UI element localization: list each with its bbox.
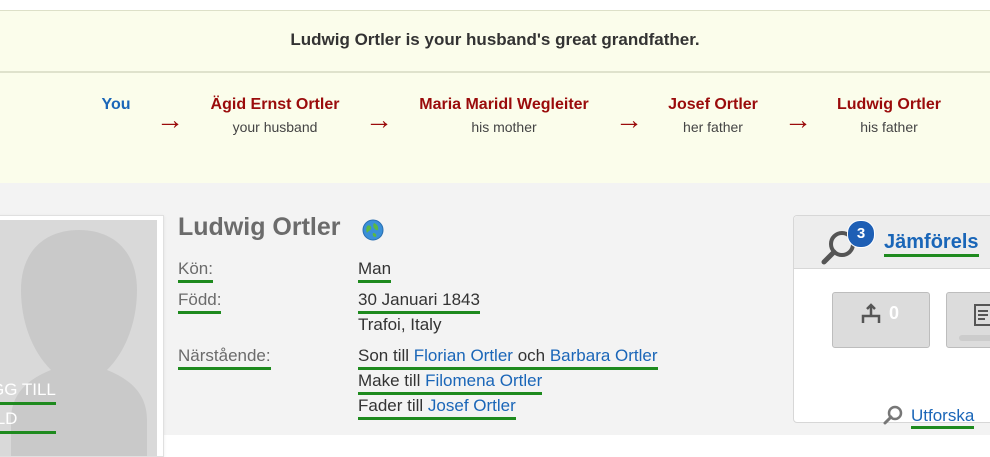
- add-photo-label-line1[interactable]: GG TILL: [0, 378, 56, 405]
- born-place: Trafoi, Italy: [358, 315, 442, 334]
- and-word: och: [517, 346, 546, 365]
- chain-role-husband: your husband: [232, 119, 318, 135]
- chain-arrow-icon: →: [784, 104, 812, 135]
- compare-title-link[interactable]: Jämförels: [884, 230, 979, 257]
- compare-header: 3 Jämförels: [794, 216, 990, 269]
- globe-icon[interactable]: [362, 219, 384, 241]
- father-link[interactable]: Florian Ortler: [414, 346, 513, 365]
- mother-link[interactable]: Barbara Ortler: [550, 346, 658, 365]
- tree-matches-button[interactable]: 0: [832, 292, 930, 348]
- gender-label: Kön:: [178, 259, 213, 283]
- chain-node-husband[interactable]: Ägid Ernst Ortler your husband: [200, 96, 350, 135]
- chain-name-mother[interactable]: Maria Maridl Wegleiter: [410, 96, 598, 114]
- explore-link[interactable]: Utforska: [911, 406, 975, 429]
- silhouette-placeholder: GG TILL ILD: [0, 220, 157, 456]
- chain-node-mother[interactable]: Maria Maridl Wegleiter his mother: [410, 96, 598, 135]
- relation-husband-of: Make till Filomena Ortler: [358, 371, 543, 395]
- chain-name-you[interactable]: You: [96, 96, 136, 114]
- tree-matches-count: 0: [889, 303, 900, 323]
- relatives-label: Närstående:: [178, 346, 271, 370]
- chain-arrow-icon: →: [365, 104, 393, 135]
- chain-node-great-grandfather[interactable]: Ludwig Ortler his father: [828, 96, 950, 135]
- compare-panel: 3 Jämförels 0 Utforska: [793, 215, 990, 429]
- small-search-icon: [883, 405, 903, 425]
- chain-name-husband[interactable]: Ägid Ernst Ortler: [200, 96, 350, 114]
- spouse-link[interactable]: Filomena Ortler: [425, 371, 542, 390]
- chain-role-mother: his mother: [471, 119, 537, 135]
- chain-name-grandfather[interactable]: Josef Ortler: [660, 96, 766, 114]
- born-label: Född:: [178, 290, 222, 314]
- relationship-banner: Ludwig Ortler is your husband's great gr…: [0, 10, 990, 184]
- person-details-area: GG TILL ILD Ludwig Ortler Kön: Man Född:…: [0, 183, 990, 457]
- chain-arrow-icon: →: [615, 104, 643, 135]
- husband-of-prefix: Make till: [358, 371, 421, 390]
- relation-father-of: Fader till Josef Ortler: [358, 396, 516, 420]
- gender-value: Man: [358, 259, 392, 283]
- document-icon: [974, 304, 990, 326]
- relation-son-of: Son till Florian Ortler och Barbara Ortl…: [358, 346, 658, 370]
- son-of-prefix: Son till: [358, 346, 410, 365]
- tree-branch-icon: [861, 303, 881, 323]
- chain-node-you[interactable]: You: [96, 96, 136, 114]
- progress-track: [959, 335, 990, 341]
- match-count-badge: 3: [847, 220, 875, 248]
- relationship-statement: Ludwig Ortler is your husband's great gr…: [0, 11, 990, 73]
- record-matches-button[interactable]: [946, 292, 990, 348]
- chain-role-grandfather: her father: [683, 119, 743, 135]
- chain-arrow-icon: →: [156, 104, 184, 135]
- chain-name-great-grandfather[interactable]: Ludwig Ortler: [828, 96, 950, 114]
- born-date: 30 Januari 1843: [358, 290, 480, 314]
- person-photo[interactable]: GG TILL ILD: [0, 215, 164, 457]
- father-of-prefix: Fader till: [358, 396, 424, 415]
- chain-node-grandfather[interactable]: Josef Ortler her father: [660, 96, 766, 135]
- add-photo-label-line2[interactable]: ILD: [0, 407, 56, 434]
- person-name: Ludwig Ortler: [178, 213, 341, 241]
- chain-role-great-grandfather: his father: [860, 119, 918, 135]
- add-photo-link[interactable]: GG TILL ILD: [0, 378, 56, 436]
- child-link[interactable]: Josef Ortler: [428, 396, 516, 415]
